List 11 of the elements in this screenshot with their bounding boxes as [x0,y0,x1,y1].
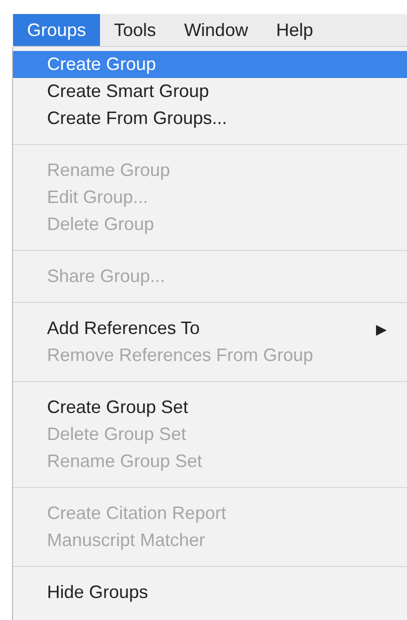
menu-bar-item[interactable]: Groups [13,14,100,46]
menu-item[interactable]: Create Smart Group [13,78,407,105]
menu-item[interactable]: Create Group Set [13,394,407,421]
menu-item[interactable]: Create From Groups... [13,105,407,132]
menu-item[interactable]: Hide Groups [13,579,407,606]
menu-item[interactable]: Create Group [13,51,407,78]
menu-bar-item[interactable]: Help [262,14,328,46]
menu-item[interactable]: Add References To ▶ [13,315,407,342]
menu-bar-item[interactable]: Window [170,14,262,46]
menu-bar-item[interactable]: Tools [100,14,170,46]
submenu-arrow-icon: ▶ [376,320,387,336]
